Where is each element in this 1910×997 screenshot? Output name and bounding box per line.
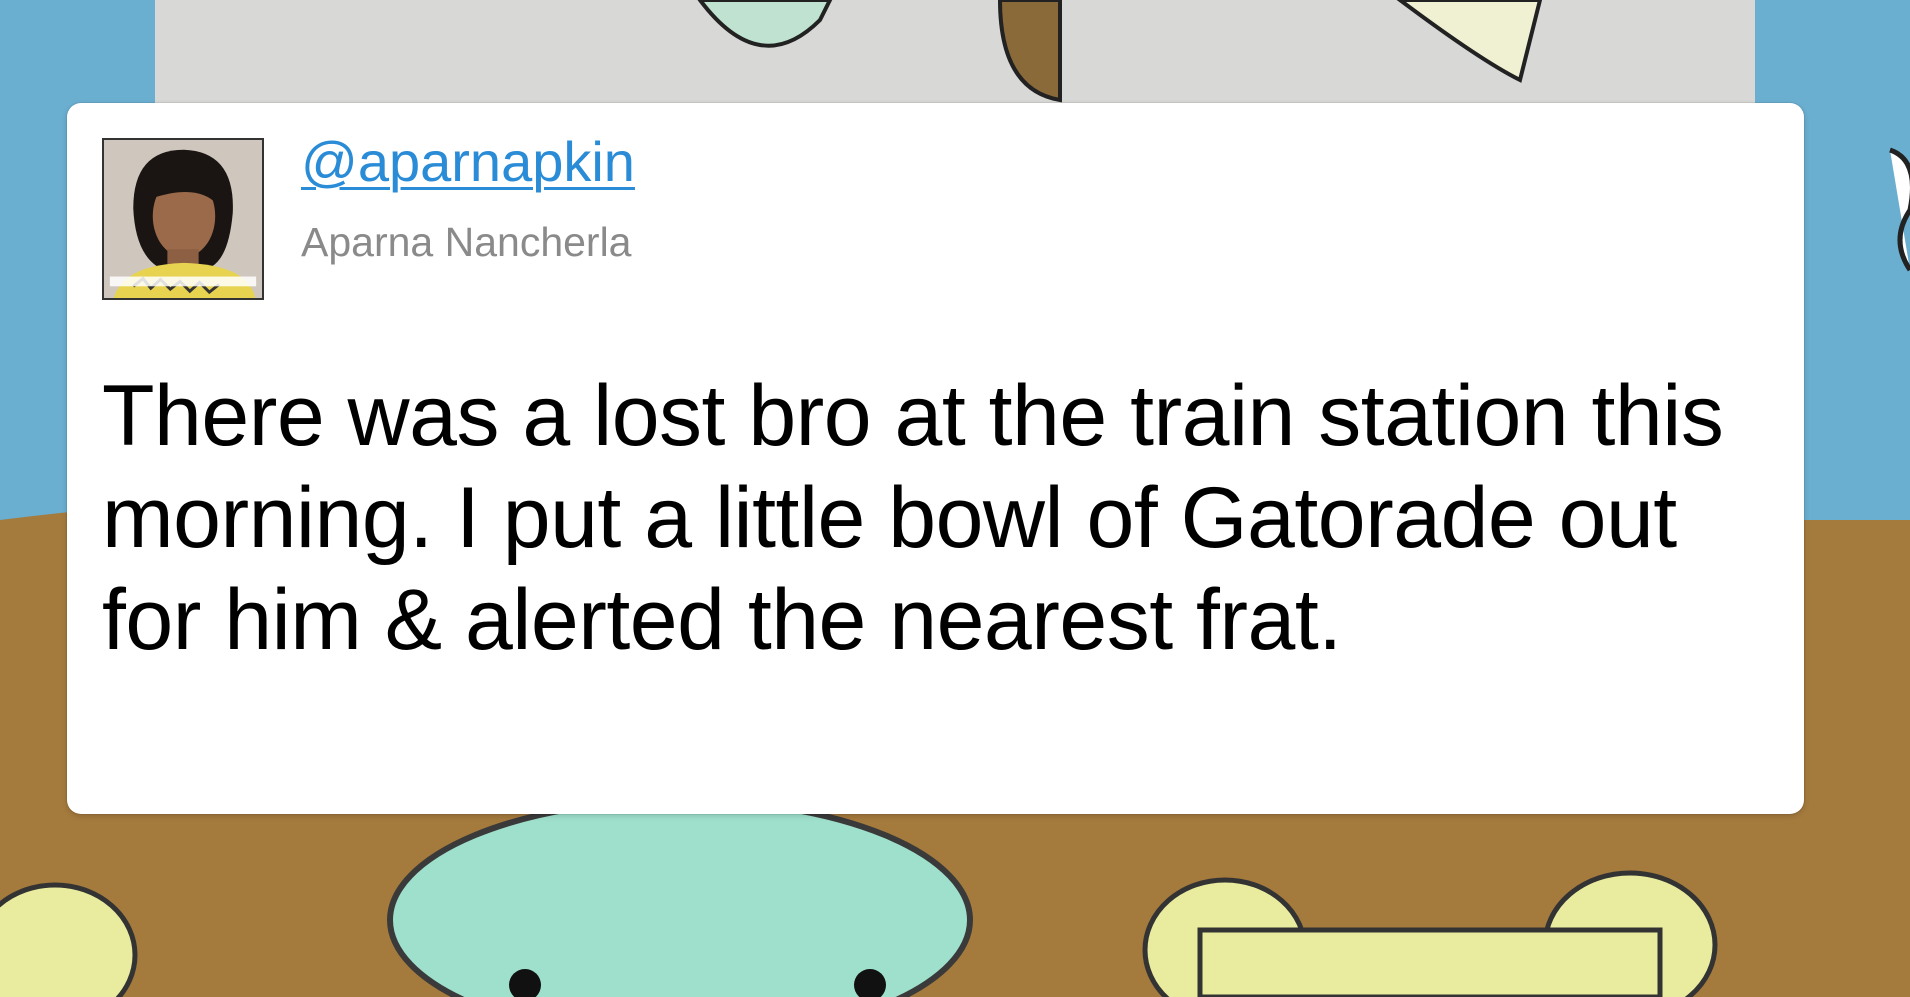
display-name: Aparna Nancherla [301, 219, 632, 265]
avatar[interactable] [102, 138, 264, 300]
profile-photo-icon [104, 140, 262, 298]
user-handle-link[interactable]: @aparnapkin [301, 129, 635, 195]
tweet-card: @aparnapkin Aparna Nancherla There was a… [67, 103, 1804, 814]
tweet-text: There was a lost bro at the train statio… [102, 368, 1724, 668]
